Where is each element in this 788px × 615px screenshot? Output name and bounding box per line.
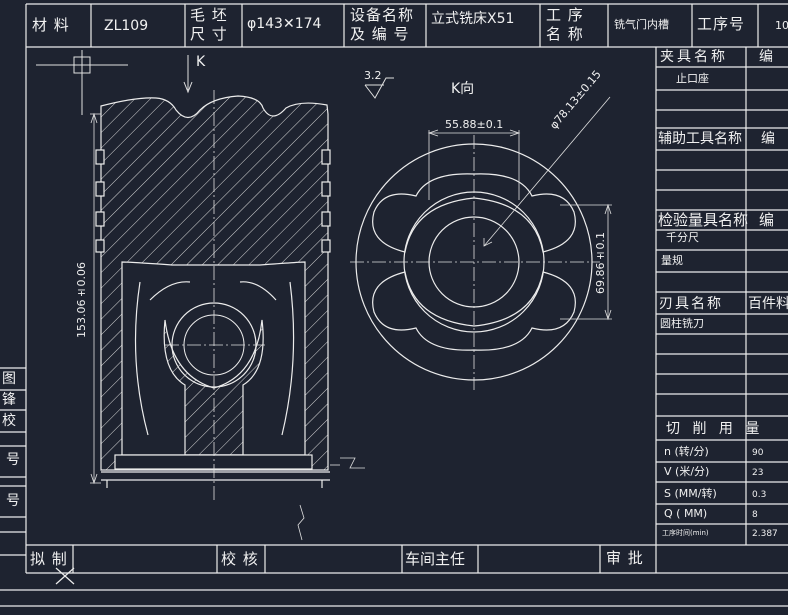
cutting-param: S (MM/转) xyxy=(664,487,717,500)
drawing-sheet: 材 料 ZL109 毛 坯 尺 寸 φ143✕174 设备名称 及 编 号 立式… xyxy=(0,0,788,615)
process-name-label: 工 序 xyxy=(546,6,584,24)
section-k-label: K xyxy=(196,54,206,70)
dim-width-top: 55.88±0.1 xyxy=(445,118,504,131)
approved-label: 审 批 xyxy=(606,549,644,567)
equipment-label: 设备名称 xyxy=(350,6,415,24)
left-strip-cell: 图 xyxy=(2,371,16,387)
process-no-value: 10 xyxy=(775,19,788,32)
fixture-code-header: 编 xyxy=(759,49,773,65)
cutting-value: 0.3 xyxy=(752,490,767,500)
prepared-label: 拟 制 xyxy=(30,550,68,568)
aux-header: 辅助工具名称 xyxy=(658,131,742,147)
cutting-header: 切 削 用 量 xyxy=(666,421,764,437)
left-strip-cell: 锋 xyxy=(2,392,16,408)
inspection-item-2: 量规 xyxy=(661,254,683,267)
cutting-param: 工序时间(min) xyxy=(662,529,709,537)
inspection-code-header: 编 xyxy=(759,211,776,229)
dim-height: 153.06±0.06 xyxy=(75,262,88,338)
cutting-param: Q ( MM) xyxy=(664,507,708,520)
fixture-item: 止口座 xyxy=(676,72,709,85)
blank-size-value: φ143✕174 xyxy=(247,16,322,32)
blank-size-label: 毛 坯 xyxy=(190,6,228,24)
aux-code-header: 编 xyxy=(761,131,775,147)
equipment-label-2: 及 编 号 xyxy=(350,25,410,43)
inspection-header: 检验量具名称 xyxy=(658,211,749,229)
checked-label: 校 核 xyxy=(221,550,259,568)
blank-size-label-2: 尺 寸 xyxy=(190,25,228,43)
cutting-param: n (转/分) xyxy=(664,445,709,458)
tool-item: 圆柱铣刀 xyxy=(660,317,704,330)
tool-code-header: 百件料 xyxy=(748,296,788,312)
surface-finish-value: 3.2 xyxy=(364,69,382,82)
workshop-label: 车间主任 xyxy=(405,550,466,568)
process-no-label: 工序号 xyxy=(697,15,746,33)
inspection-item-1: 千分尺 xyxy=(666,231,699,244)
dim-vertical: 69.86±0.1 xyxy=(594,232,607,294)
cutting-value: 90 xyxy=(752,448,764,458)
process-name-value: 铣气门内槽 xyxy=(614,18,669,31)
left-strip-cell: 号 xyxy=(6,452,20,468)
fixture-header: 夹具名称 xyxy=(660,49,728,65)
material-label: 材 料 xyxy=(32,16,70,34)
cutting-value: 8 xyxy=(752,510,758,520)
equipment-value: 立式铣床X51 xyxy=(431,11,515,27)
process-name-label-2: 名 称 xyxy=(546,25,584,43)
left-strip-cell: 校 xyxy=(2,413,16,429)
tool-header: 刃具名称 xyxy=(659,296,723,312)
left-strip-cell: 号 xyxy=(6,493,20,509)
cutting-value: 2.387 xyxy=(752,529,778,539)
material-value: ZL109 xyxy=(104,18,149,34)
cutting-value: 23 xyxy=(752,468,764,478)
view-k-title: K向 xyxy=(451,81,475,97)
cutting-param: V (米/分) xyxy=(664,465,710,478)
